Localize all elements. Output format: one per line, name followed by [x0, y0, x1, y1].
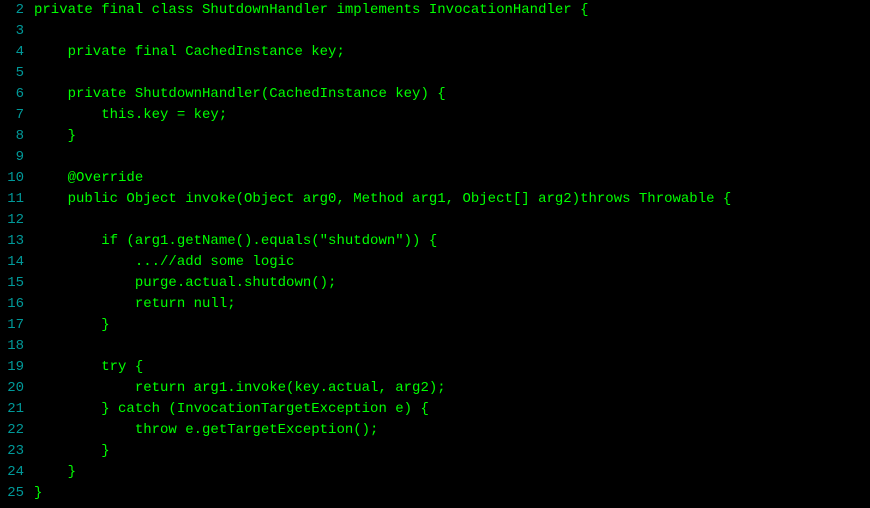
code-line: private ShutdownHandler(CachedInstance k…	[34, 84, 731, 105]
code-line: public Object invoke(Object arg0, Method…	[34, 189, 731, 210]
line-number: 13	[0, 231, 24, 252]
line-number: 18	[0, 336, 24, 357]
line-number: 3	[0, 21, 24, 42]
code-line	[34, 336, 731, 357]
code-line: }	[34, 462, 731, 483]
code-line: } catch (InvocationTargetException e) {	[34, 399, 731, 420]
code-line: private final class ShutdownHandler impl…	[34, 0, 731, 21]
code-line: }	[34, 315, 731, 336]
code-block: 2345678910111213141516171819202122232425…	[0, 0, 870, 504]
code-line: private final CachedInstance key;	[34, 42, 731, 63]
line-number: 16	[0, 294, 24, 315]
line-number-gutter: 2345678910111213141516171819202122232425	[0, 0, 34, 504]
line-number: 7	[0, 105, 24, 126]
line-number: 4	[0, 42, 24, 63]
code-line: return arg1.invoke(key.actual, arg2);	[34, 378, 731, 399]
line-number: 11	[0, 189, 24, 210]
line-number: 19	[0, 357, 24, 378]
code-line: }	[34, 483, 731, 504]
code-line: }	[34, 126, 731, 147]
line-number: 2	[0, 0, 24, 21]
line-number: 10	[0, 168, 24, 189]
code-line	[34, 210, 731, 231]
line-number: 23	[0, 441, 24, 462]
line-number: 25	[0, 483, 24, 504]
line-number: 20	[0, 378, 24, 399]
code-line: throw e.getTargetException();	[34, 420, 731, 441]
line-number: 24	[0, 462, 24, 483]
code-content: private final class ShutdownHandler impl…	[34, 0, 731, 504]
code-line: purge.actual.shutdown();	[34, 273, 731, 294]
code-line: try {	[34, 357, 731, 378]
line-number: 14	[0, 252, 24, 273]
code-line: @Override	[34, 168, 731, 189]
line-number: 6	[0, 84, 24, 105]
line-number: 5	[0, 63, 24, 84]
line-number: 22	[0, 420, 24, 441]
code-line: this.key = key;	[34, 105, 731, 126]
line-number: 15	[0, 273, 24, 294]
line-number: 12	[0, 210, 24, 231]
code-line: if (arg1.getName().equals("shutdown")) {	[34, 231, 731, 252]
line-number: 21	[0, 399, 24, 420]
line-number: 9	[0, 147, 24, 168]
code-line: return null;	[34, 294, 731, 315]
line-number: 17	[0, 315, 24, 336]
line-number: 8	[0, 126, 24, 147]
code-line	[34, 63, 731, 84]
code-line: ...//add some logic	[34, 252, 731, 273]
code-line	[34, 147, 731, 168]
code-line: }	[34, 441, 731, 462]
code-line	[34, 21, 731, 42]
